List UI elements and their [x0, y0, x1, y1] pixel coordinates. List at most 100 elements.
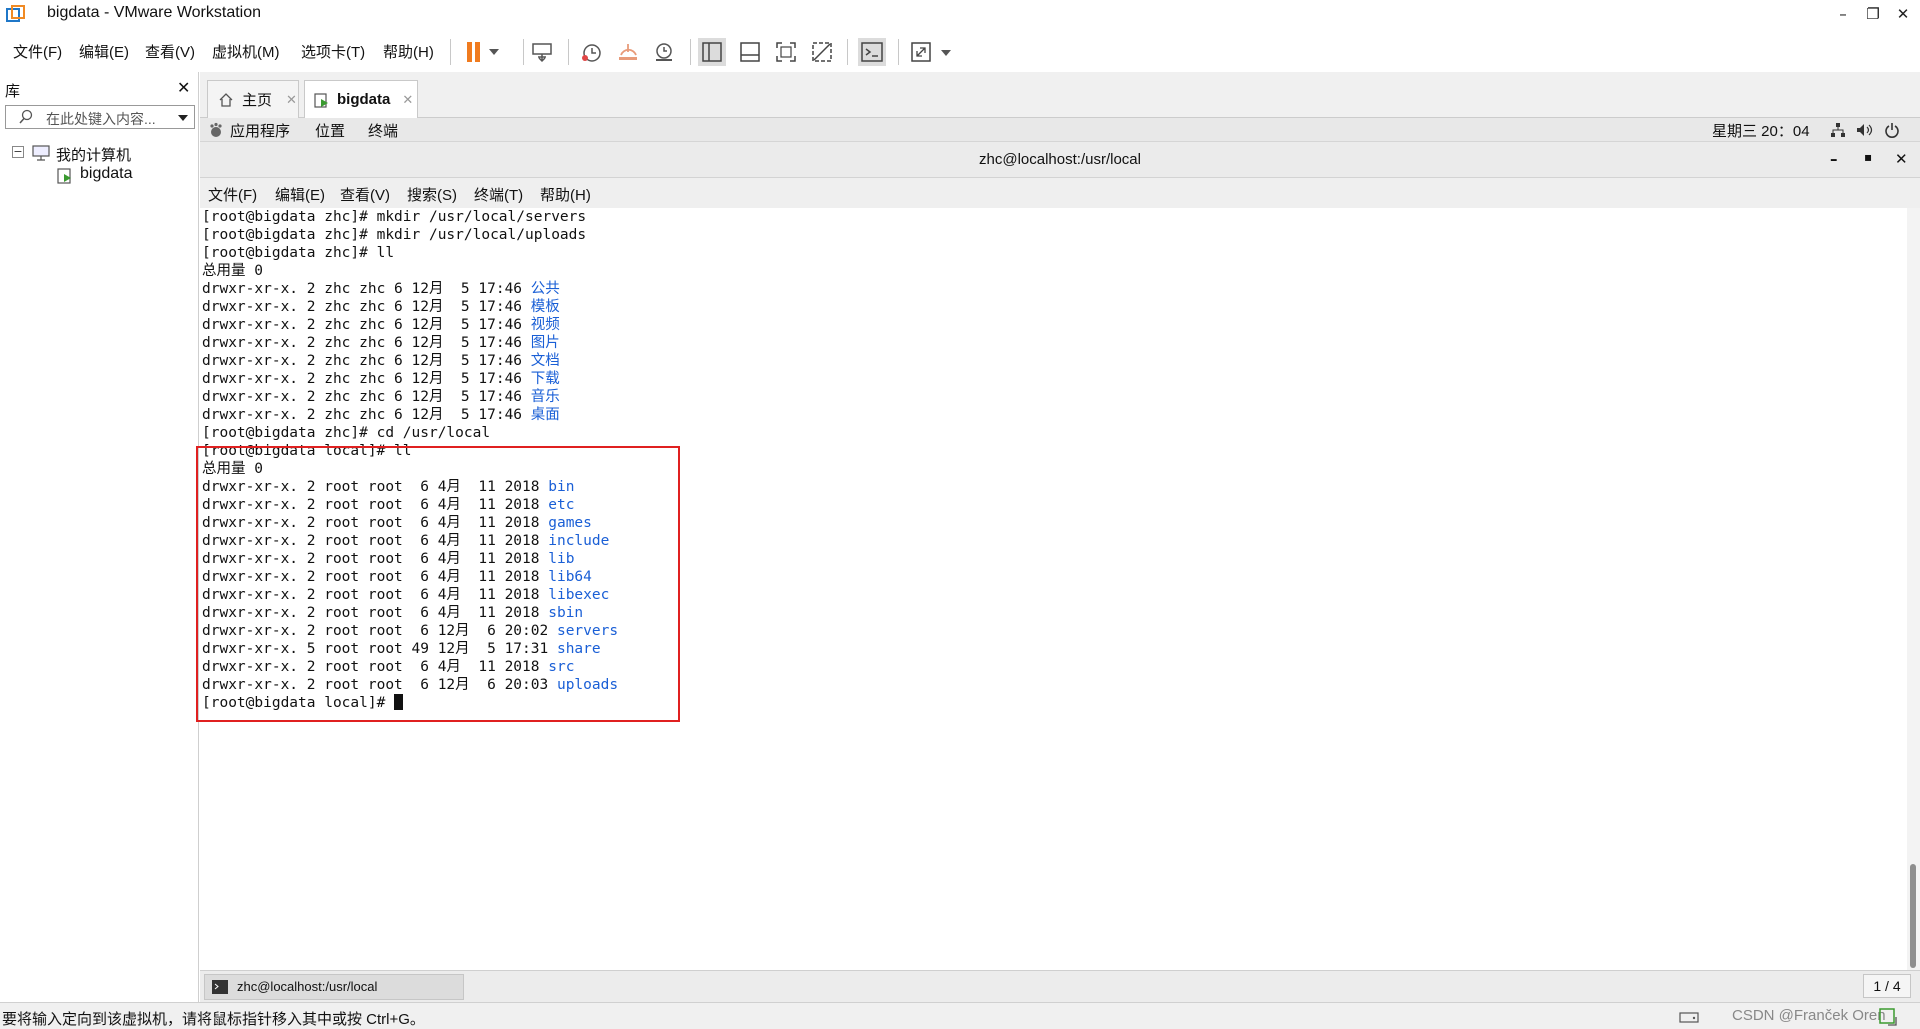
terminal-menu-help[interactable]: 帮助(H)	[540, 184, 591, 205]
snapshot-icon	[582, 44, 601, 62]
vm-tab-bar: 主页 ✕ bigdata ✕	[200, 72, 1920, 118]
minimize-button[interactable]: –	[1832, 4, 1854, 24]
vm-display-icon[interactable]	[1878, 1007, 1898, 1027]
terminal-line-text: [root@bigdata zhc]# ll	[202, 245, 395, 261]
power-icon[interactable]	[1884, 122, 1900, 138]
terminal-menu-terminal[interactable]: 终端(T)	[474, 184, 523, 205]
menu-help[interactable]: 帮助(H)	[383, 41, 434, 62]
chevron-down-icon[interactable]	[177, 113, 189, 123]
close-button[interactable]: ✕	[1892, 4, 1914, 24]
terminal-line: [root@bigdata zhc]# mkdir /usr/local/upl…	[202, 226, 586, 244]
directory-name: 音乐	[530, 389, 560, 405]
menu-vm[interactable]: 虚拟机(M)	[212, 41, 280, 62]
menu-view[interactable]: 查看(V)	[145, 41, 195, 62]
directory-name: 模板	[530, 299, 560, 315]
menu-tabs[interactable]: 选项卡(T)	[301, 41, 365, 62]
library-close-icon[interactable]: ✕	[177, 78, 190, 97]
thumbnail-bar-icon	[740, 42, 760, 62]
library-icon	[702, 42, 722, 62]
vmware-logo-icon	[6, 5, 25, 22]
tree-vm-bigdata[interactable]: bigdata	[80, 165, 133, 183]
terminal-line: drwxr-xr-x. 2 zhc zhc 6 12月 5 17:46 下载	[202, 370, 560, 388]
terminal-minimize-button[interactable]: –	[1830, 150, 1838, 168]
title-bar: bigdata - VMware Workstation – ❐ ✕	[0, 0, 1920, 30]
status-bar: 要将输入定向到该虚拟机，请将鼠标指针移入其中或按 Ctrl+G。 CSDN @F…	[0, 1002, 1920, 1029]
vmware-window: bigdata - VMware Workstation – ❐ ✕ 文件(F)…	[0, 0, 1920, 1029]
tree-my-computer[interactable]: 我的计算机	[56, 144, 131, 165]
full-screen-button[interactable]	[772, 38, 800, 66]
terminal-line-text: drwxr-xr-x. 2 zhc zhc 6 12月 5 17:46	[202, 407, 531, 423]
places-menu[interactable]: 位置	[315, 120, 345, 141]
terminal-line: drwxr-xr-x. 2 zhc zhc 6 12月 5 17:46 图片	[202, 334, 560, 352]
terminal-line: drwxr-xr-x. 2 zhc zhc 6 12月 5 17:46 公共	[202, 280, 560, 298]
tree-collapse-icon[interactable]: −	[12, 146, 24, 158]
keyboard-icon	[532, 43, 552, 63]
terminal-menu-edit[interactable]: 编辑(E)	[275, 184, 325, 205]
scrollbar-thumb[interactable]	[1910, 864, 1916, 968]
taskbar-window-item[interactable]: zhc@localhost:/usr/local	[204, 974, 464, 1000]
tab-close-icon[interactable]: ✕	[402, 92, 413, 108]
tab-bigdata[interactable]: bigdata ✕	[304, 80, 418, 118]
terminal-line: [root@bigdata zhc]# mkdir /usr/local/ser…	[202, 208, 586, 226]
volume-icon[interactable]	[1855, 122, 1873, 138]
terminal-line-text: [root@bigdata zhc]# mkdir /usr/local/ser…	[202, 209, 587, 225]
menu-file[interactable]: 文件(F)	[13, 41, 62, 62]
menu-edit[interactable]: 编辑(E)	[79, 41, 129, 62]
send-ctrl-alt-del-button[interactable]	[528, 38, 556, 66]
terminal-line-text: drwxr-xr-x. 2 zhc zhc 6 12月 5 17:46	[202, 389, 531, 405]
stretch-icon	[911, 42, 951, 62]
terminal-line: drwxr-xr-x. 2 zhc zhc 6 12月 5 17:46 文档	[202, 352, 560, 370]
guest-taskbar: zhc@localhost:/usr/local 1 / 4	[200, 970, 1920, 1002]
tab-home[interactable]: 主页 ✕	[207, 80, 299, 118]
status-hint: 要将输入定向到该虚拟机，请将鼠标指针移入其中或按 Ctrl+G。	[2, 1011, 425, 1028]
pause-icon	[467, 42, 499, 62]
terminal-scrollbar[interactable]	[1907, 208, 1920, 970]
applications-menu[interactable]: 应用程序	[230, 120, 290, 141]
revert-snapshot-button[interactable]	[614, 38, 642, 66]
restore-button[interactable]: ❐	[1862, 4, 1884, 24]
terminal-menu-view[interactable]: 查看(V)	[340, 184, 390, 205]
network-icon[interactable]	[1830, 122, 1846, 138]
show-library-button[interactable]	[698, 38, 726, 66]
terminal-menu-search[interactable]: 搜索(S)	[407, 184, 457, 205]
terminal-line: drwxr-xr-x. 2 zhc zhc 6 12月 5 17:46 模板	[202, 298, 560, 316]
terminal-line: drwxr-xr-x. 2 zhc zhc 6 12月 5 17:46 桌面	[202, 406, 560, 424]
toolbar-separator	[568, 39, 569, 65]
terminal-line-text: drwxr-xr-x. 2 zhc zhc 6 12月 5 17:46	[202, 371, 531, 387]
highlight-box	[196, 446, 680, 722]
terminal-menu[interactable]: 终端	[368, 120, 398, 141]
unity-button[interactable]	[808, 38, 836, 66]
hard-disk-icon[interactable]	[1678, 1009, 1700, 1025]
stretch-mode-button[interactable]	[908, 38, 956, 66]
terminal-line: [root@bigdata zhc]# cd /usr/local	[202, 424, 490, 442]
full-screen-icon	[776, 42, 796, 62]
clock[interactable]: 星期三 20：04	[1712, 120, 1810, 141]
terminal-maximize-button[interactable]: ▪	[1864, 150, 1872, 164]
toolbar-separator	[690, 39, 691, 65]
directory-name: 图片	[530, 335, 560, 351]
terminal-line: drwxr-xr-x. 2 zhc zhc 6 12月 5 17:46 音乐	[202, 388, 560, 406]
library-panel: 库 ✕ 在此处键入内容... − 我的计算机 bigdata	[0, 72, 199, 1002]
terminal-line-text: drwxr-xr-x. 2 zhc zhc 6 12月 5 17:46	[202, 353, 531, 369]
library-header: 库	[5, 83, 21, 100]
terminal-menu-file[interactable]: 文件(F)	[208, 184, 257, 205]
console-view-button[interactable]	[858, 38, 886, 66]
terminal-close-button[interactable]: ✕	[1895, 150, 1908, 168]
library-search-input[interactable]: 在此处键入内容...	[5, 105, 195, 129]
terminal-line: drwxr-xr-x. 2 zhc zhc 6 12月 5 17:46 视频	[202, 316, 560, 334]
gnome-foot-icon	[210, 122, 222, 137]
workspace-pager[interactable]: 1 / 4	[1863, 974, 1911, 998]
pause-button[interactable]	[458, 38, 504, 66]
thumbnail-bar-button[interactable]	[736, 38, 764, 66]
terminal-menubar: 文件(F) 编辑(E) 查看(V) 搜索(S) 终端(T) 帮助(H)	[200, 178, 1920, 208]
search-icon	[19, 109, 33, 124]
terminal-line-text: drwxr-xr-x. 2 zhc zhc 6 12月 5 17:46	[202, 281, 531, 297]
snapshot-button[interactable]	[577, 38, 605, 66]
snapshot-manager-button[interactable]	[650, 38, 678, 66]
console-icon	[861, 42, 883, 62]
vm-running-icon	[57, 168, 71, 184]
tab-close-icon[interactable]: ✕	[286, 92, 297, 108]
unity-icon	[812, 42, 832, 62]
directory-name: 桌面	[530, 407, 560, 423]
terminal-icon	[212, 980, 228, 994]
